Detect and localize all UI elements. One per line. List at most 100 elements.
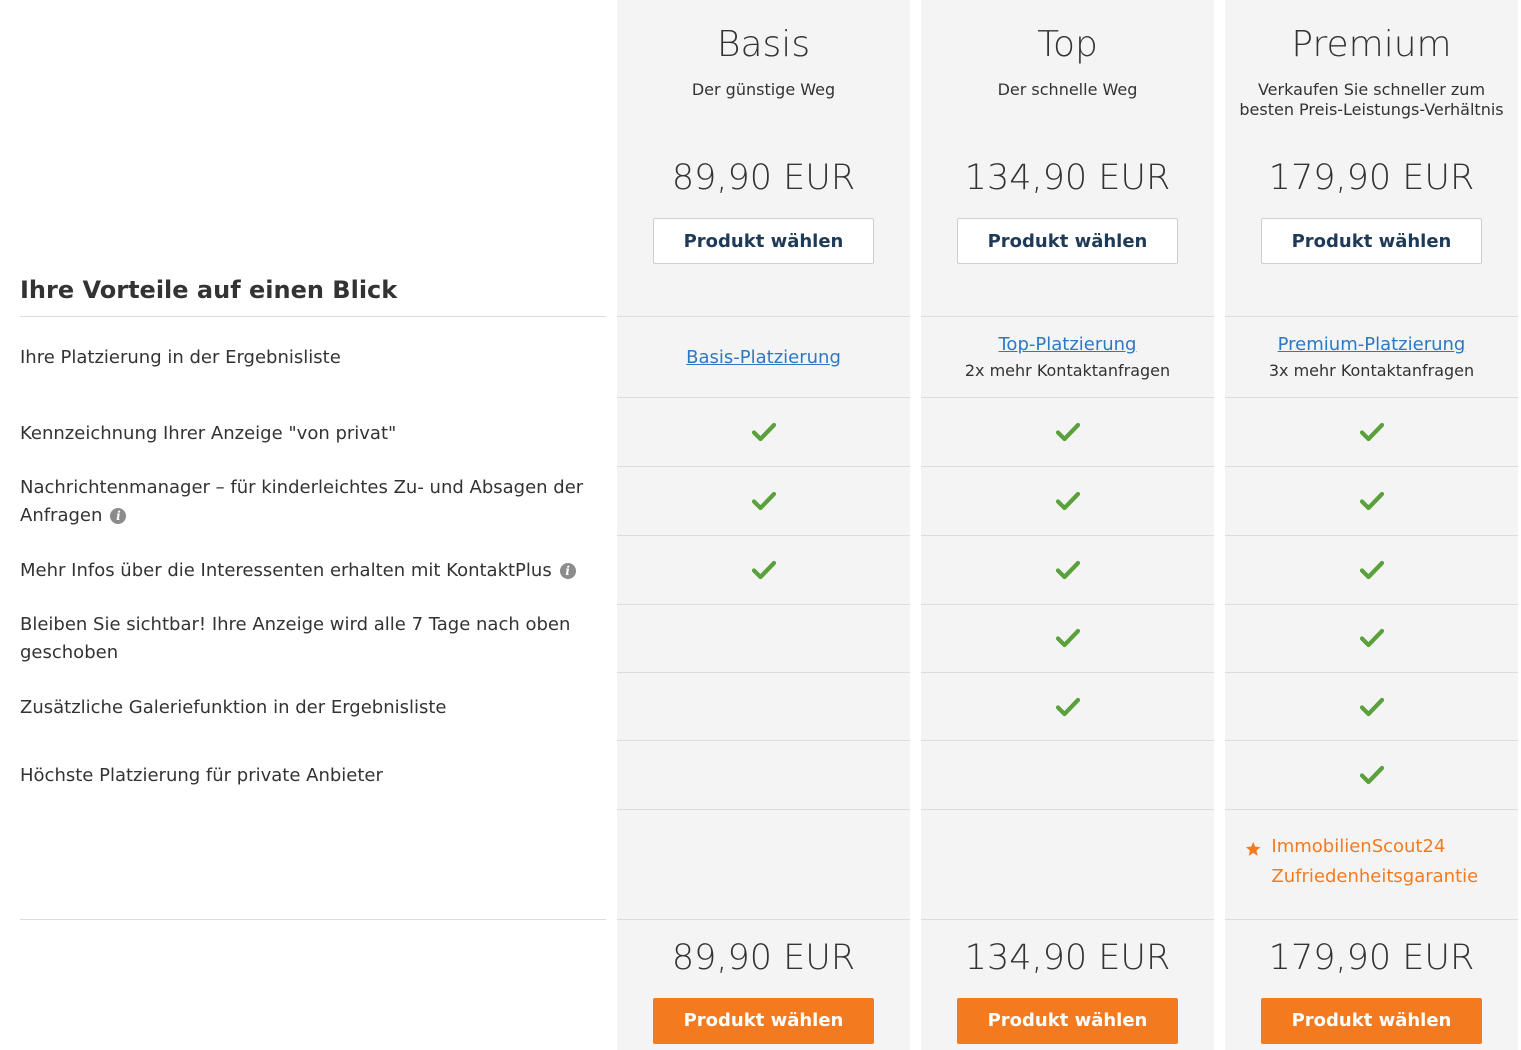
plan-header: Premium Verkaufen Sie schneller zum beste… <box>1225 0 1518 317</box>
divider <box>617 397 910 398</box>
divider <box>617 535 910 536</box>
section-title: Ihre Vorteile auf einen Blick <box>20 276 398 304</box>
check-icon <box>1359 765 1384 785</box>
check-icon <box>1055 491 1080 511</box>
feature-check-cell <box>617 489 910 513</box>
guarantee-text: ImmobilienScout24 Zufriedenheitsgarantie <box>1271 836 1479 887</box>
check-icon <box>1359 628 1384 648</box>
divider <box>1225 809 1518 810</box>
check-icon <box>1055 697 1080 717</box>
plan-price-bottom: 179,90 EUR <box>1268 938 1475 978</box>
feature-check-cell <box>1225 763 1518 787</box>
plan-price: 134,90 EUR <box>964 158 1171 198</box>
plan-column-premium: Premium Verkaufen Sie schneller zum beste… <box>1225 0 1518 1050</box>
info-icon[interactable]: i <box>110 508 127 524</box>
check-icon <box>1359 560 1384 580</box>
plan-subtitle: Der günstige Weg <box>691 80 836 99</box>
plan-name: Basis <box>716 24 811 65</box>
check-icon <box>1055 560 1080 580</box>
feature-check-cell <box>921 626 1214 650</box>
placement-link[interactable]: Top-Platzierung <box>999 334 1137 355</box>
divider <box>921 919 1214 920</box>
plan-subtitle: Der schnelle Weg <box>997 80 1138 99</box>
feature-label: Mehr Infos über die Interessenten erhalt… <box>20 560 552 581</box>
feature-label: Höchste Platzierung für private Anbieter <box>20 765 383 786</box>
feature-check-cell <box>617 420 910 444</box>
placement-link[interactable]: Premium-Platzierung <box>1278 334 1466 355</box>
feature-check-cell <box>1225 626 1518 650</box>
feature-check-cell <box>921 420 1214 444</box>
plan-subtitle: Verkaufen Sie schneller zum besten Preis… <box>1239 80 1504 119</box>
feature-check-cell <box>1225 420 1518 444</box>
divider <box>921 809 1214 810</box>
feature-row-placement: Ihre Platzierung in der Ergebnisliste <box>20 344 590 372</box>
info-icon[interactable]: i <box>559 563 576 579</box>
placement-link[interactable]: Basis-Platzierung <box>686 347 841 368</box>
divider <box>20 919 606 920</box>
divider <box>921 397 1214 398</box>
check-icon <box>751 491 776 511</box>
feature-label: Ihre Platzierung in der Ergebnisliste <box>20 347 341 368</box>
check-icon <box>751 422 776 442</box>
star-icon <box>1245 841 1261 856</box>
feature-check-cell <box>921 558 1214 582</box>
select-product-button[interactable]: Produkt wählen <box>957 218 1178 264</box>
feature-label: Nachrichtenmanager – für kinderleichtes … <box>20 477 584 526</box>
satisfaction-guarantee[interactable]: ImmobilienScout24 Zufriedenheitsgarantie <box>1245 832 1515 892</box>
divider <box>921 740 1214 741</box>
divider <box>1225 740 1518 741</box>
feature-check-cell <box>921 489 1214 513</box>
plan-price-bottom: 134,90 EUR <box>964 938 1171 978</box>
check-icon <box>1359 491 1384 511</box>
divider <box>921 672 1214 673</box>
select-product-button-bottom[interactable]: Produkt wählen <box>957 998 1178 1044</box>
divider <box>20 316 606 317</box>
feature-check-cell <box>1225 558 1518 582</box>
divider <box>1225 672 1518 673</box>
divider <box>617 604 910 605</box>
divider <box>617 809 910 810</box>
divider <box>1225 397 1518 398</box>
plan-header: Basis Der günstige Weg 89,90 EUR Produkt wä… <box>617 0 910 317</box>
select-product-button[interactable]: Produkt wählen <box>1261 218 1482 264</box>
select-product-button-bottom[interactable]: Produkt wählen <box>1261 998 1482 1044</box>
feature-check-cell <box>617 558 910 582</box>
plan-header: Top Der schnelle Weg 134,90 EUR Produkt wäh… <box>921 0 1214 317</box>
plan-price: 179,90 EUR <box>1268 158 1475 198</box>
select-product-button[interactable]: Produkt wählen <box>653 218 874 264</box>
divider <box>921 535 1214 536</box>
divider <box>921 466 1214 467</box>
divider <box>1225 919 1518 920</box>
check-icon <box>751 560 776 580</box>
divider <box>1225 604 1518 605</box>
check-icon <box>1359 697 1384 717</box>
placement-note: 3x mehr Kontaktanfragen <box>1268 361 1475 380</box>
feature-check-cell <box>1225 489 1518 513</box>
feature-row-visibility: Bleiben Sie sichtbar! Ihre Anzeige wird … <box>20 611 590 667</box>
divider <box>617 740 910 741</box>
placement-cell: Premium-Platzierung 3x mehr Kontaktanfrag… <box>1225 317 1518 397</box>
feature-label: Bleiben Sie sichtbar! Ihre Anzeige wird … <box>20 614 571 663</box>
placement-cell: Basis-Platzierung <box>617 317 910 397</box>
feature-row-top-placement: Höchste Platzierung für private Anbieter <box>20 762 590 790</box>
feature-label: Kennzeichnung Ihrer Anzeige "von privat" <box>20 423 397 444</box>
feature-row-kontaktplus: Mehr Infos über die Interessenten erhalt… <box>20 557 590 585</box>
divider <box>617 672 910 673</box>
plan-column-top: Top Der schnelle Weg 134,90 EUR Produkt wäh… <box>921 0 1214 1050</box>
plan-name: Top <box>1037 24 1098 65</box>
feature-row-private-label: Kennzeichnung Ihrer Anzeige "von privat" <box>20 420 590 448</box>
plan-price: 89,90 EUR <box>671 158 856 198</box>
feature-check-cell <box>921 695 1214 719</box>
divider <box>617 919 910 920</box>
divider <box>1225 466 1518 467</box>
divider <box>921 604 1214 605</box>
placement-note: 2x mehr Kontaktanfragen <box>964 361 1171 380</box>
placement-cell: Top-Platzierung 2x mehr Kontaktanfragen <box>921 317 1214 397</box>
check-icon <box>1055 422 1080 442</box>
feature-check-cell <box>1225 695 1518 719</box>
check-icon <box>1359 422 1384 442</box>
feature-row-message-manager: Nachrichtenmanager – für kinderleichtes … <box>20 474 590 530</box>
plan-column-basis: Basis Der günstige Weg 89,90 EUR Produkt wä… <box>617 0 910 1050</box>
select-product-button-bottom[interactable]: Produkt wählen <box>653 998 874 1044</box>
divider <box>1225 535 1518 536</box>
